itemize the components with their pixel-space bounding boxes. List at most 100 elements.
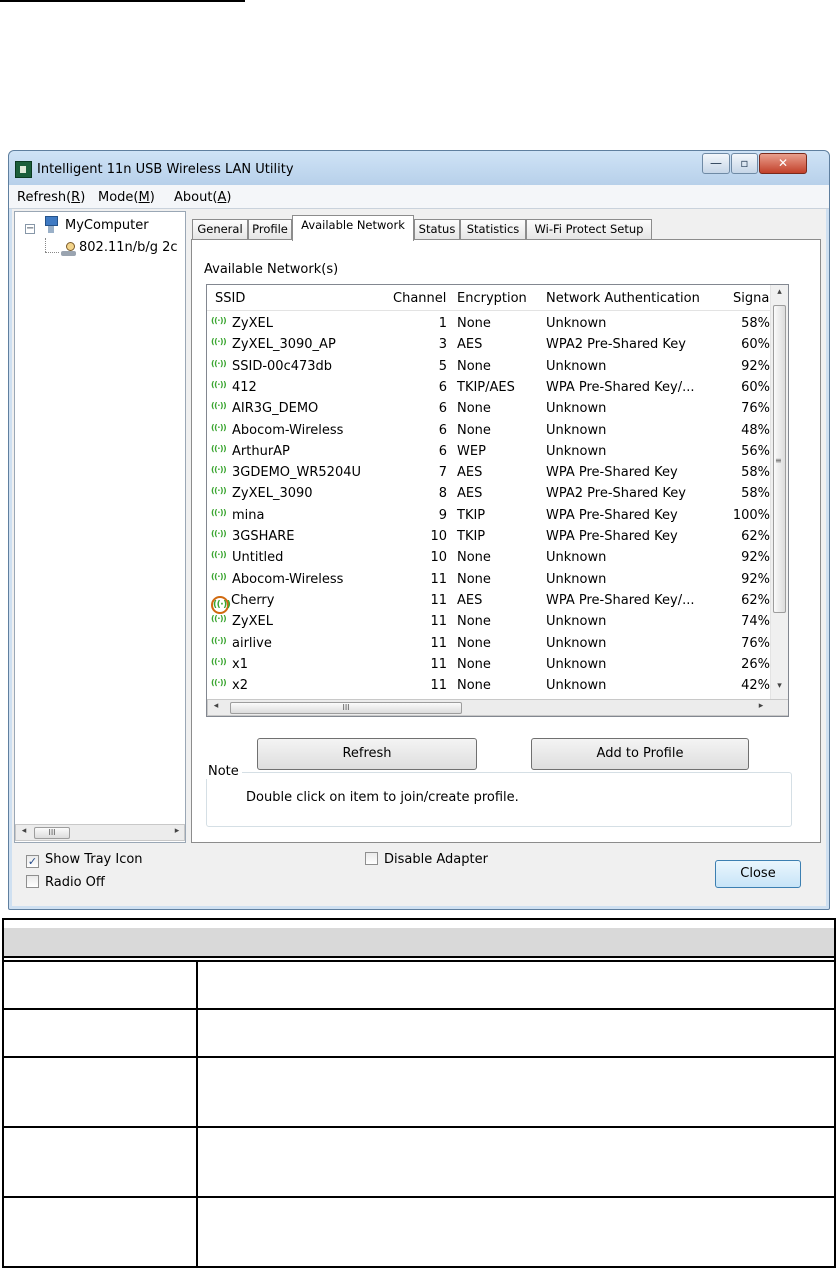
menu-mode[interactable]: Mode(M) bbox=[98, 190, 155, 205]
minimize-button[interactable]: — bbox=[702, 153, 730, 174]
ssid-text: x1 bbox=[232, 656, 248, 672]
tab-available-network[interactable]: Available Network bbox=[292, 215, 414, 241]
ssid-text: Abocom-Wireless bbox=[232, 422, 344, 438]
signal-icon: ((·)) bbox=[211, 486, 227, 496]
scroll-thumb[interactable]: III bbox=[34, 827, 70, 839]
table-row[interactable]: ((·)) mina 9 TKIP WPA Pre-Shared Key 100% bbox=[207, 506, 770, 527]
encryption-cell: None bbox=[457, 614, 491, 630]
encryption-cell: None bbox=[457, 401, 491, 417]
radio-off-checkbox[interactable] bbox=[26, 875, 39, 888]
encryption-cell: None bbox=[457, 316, 491, 331]
column-channel[interactable]: Channel bbox=[393, 291, 446, 306]
column-network-authentication[interactable]: Network Authentication bbox=[546, 291, 700, 306]
ssid-text: airlive bbox=[232, 635, 272, 651]
scroll-thumb[interactable]: III bbox=[230, 702, 462, 714]
signal-cell: 60% bbox=[741, 379, 770, 395]
table-row[interactable]: ((·)) x1 11 None Unknown 26% bbox=[207, 655, 770, 676]
tab-status[interactable]: Status bbox=[414, 219, 460, 240]
signal-cell: 76% bbox=[741, 635, 770, 651]
signal-cell: 48% bbox=[741, 422, 770, 438]
show-tray-icon-option[interactable]: ✓ Show Tray Icon bbox=[26, 852, 143, 868]
signal-cell: 62% bbox=[741, 592, 770, 608]
authentication-cell: Unknown bbox=[546, 316, 607, 331]
ssid-cell: ((·)) Untitled bbox=[211, 550, 283, 565]
window-title: Intelligent 11n USB Wireless LAN Utility bbox=[37, 162, 294, 177]
close-window-button[interactable]: ✕ bbox=[759, 153, 807, 174]
table-row[interactable]: ((·)) 3GDEMO_WR5204U 7 AES WPA Pre-Shared Ke… bbox=[207, 463, 770, 484]
authentication-cell: Unknown bbox=[546, 571, 607, 587]
table-row[interactable]: ((·)) 3GSHARE 10 TKIP WPA Pre-Shared Key 62% bbox=[207, 527, 770, 548]
authentication-cell: Unknown bbox=[546, 678, 607, 694]
channel-cell: 5 bbox=[438, 358, 447, 374]
table-row[interactable]: ((·)) ArthurAP 6 WEP Unknown 56% bbox=[207, 442, 770, 463]
menu-refresh[interactable]: Refresh(R) bbox=[17, 190, 85, 205]
authentication-cell: WPA Pre-Shared Key/... bbox=[546, 379, 695, 395]
encryption-cell: None bbox=[457, 550, 491, 566]
radio-off-option[interactable]: Radio Off bbox=[26, 875, 105, 890]
tab-statistics[interactable]: Statistics bbox=[460, 219, 526, 240]
signal-icon: ((·)) bbox=[211, 635, 227, 645]
encryption-cell: TKIP/AES bbox=[457, 379, 515, 395]
tree-collapse-toggle[interactable]: − bbox=[25, 224, 35, 234]
ssid-text: Cherry bbox=[231, 592, 275, 608]
ssid-cell: ((·)) ZyXEL bbox=[211, 316, 273, 331]
scroll-left-arrow[interactable]: ◂ bbox=[17, 826, 31, 836]
table-row[interactable]: ((·)) AIR3G_DEMO 6 None Unknown 76% bbox=[207, 399, 770, 420]
table-row[interactable]: ((·)) 412 6 TKIP/AES WPA Pre-Shared Key/... 6… bbox=[207, 378, 770, 399]
tree-connector bbox=[45, 238, 46, 252]
title-bar[interactable]: Intelligent 11n USB Wireless LAN Utility… bbox=[9, 151, 829, 185]
table-cell bbox=[196, 1056, 836, 1128]
tab-wifi-protect-setup[interactable]: Wi-Fi Protect Setup bbox=[526, 219, 652, 240]
scroll-up-arrow[interactable]: ▴ bbox=[771, 287, 788, 297]
table-row[interactable]: ((·)) ZyXEL 11 None Unknown 74% bbox=[207, 612, 770, 633]
table-row[interactable]: ((·)) airlive 11 None Unknown 76% bbox=[207, 634, 770, 655]
list-horizontal-scrollbar[interactable]: ◂ III ▸ bbox=[207, 699, 788, 716]
scroll-right-arrow[interactable]: ▸ bbox=[170, 826, 184, 836]
menu-about[interactable]: About(A) bbox=[174, 190, 232, 205]
tree-item-mycomputer[interactable]: MyComputer bbox=[65, 218, 149, 233]
list-vertical-scrollbar[interactable]: ▴ ≡ ▾ bbox=[770, 285, 788, 699]
tree-item-adapter[interactable]: 802.11n/b/g 2c bbox=[79, 240, 178, 255]
table-row[interactable]: ((·)) Abocom-Wireless 11 None Unknown 92% bbox=[207, 570, 770, 591]
close-button[interactable]: Close bbox=[715, 860, 801, 888]
column-signal[interactable]: Signa bbox=[733, 291, 769, 306]
signal-cell: 58% bbox=[741, 486, 770, 502]
table-row[interactable]: ((·)) Untitled 10 None Unknown 92% bbox=[207, 548, 770, 569]
network-list[interactable]: SSID Channel Encryption Network Authenti… bbox=[206, 284, 789, 717]
channel-cell: 6 bbox=[438, 401, 447, 417]
channel-cell: 6 bbox=[438, 379, 447, 395]
table-row[interactable]: ((·)) ZyXEL 1 None Unknown 58% bbox=[207, 314, 770, 335]
scroll-grip: ≡ bbox=[775, 456, 782, 465]
disable-adapter-option[interactable]: Disable Adapter bbox=[365, 852, 488, 867]
tree-horizontal-scrollbar[interactable]: ◂ III ▸ bbox=[15, 824, 185, 841]
scroll-down-arrow[interactable]: ▾ bbox=[771, 681, 788, 691]
channel-cell: 6 bbox=[438, 443, 447, 459]
table-row[interactable]: ((·)) ZyXEL_3090 8 AES WPA2 Pre-Shared Key 58… bbox=[207, 484, 770, 505]
scroll-right-arrow[interactable]: ▸ bbox=[754, 701, 768, 711]
signal-cell: 92% bbox=[741, 358, 770, 374]
signal-icon: ((·)) bbox=[211, 678, 227, 688]
table-row[interactable]: ((·)) ZyXEL_3090_AP 3 AES WPA2 Pre-Shared Ke… bbox=[207, 335, 770, 356]
table-row[interactable]: ((·)) SSID-00c473db 5 None Unknown 92% bbox=[207, 357, 770, 378]
wireless-adapter-icon bbox=[61, 242, 77, 258]
show-tray-icon-checkbox[interactable]: ✓ bbox=[26, 855, 39, 868]
maximize-button[interactable]: ▫ bbox=[731, 153, 758, 174]
column-encryption[interactable]: Encryption bbox=[457, 291, 527, 306]
table-row[interactable]: ((·)) Abocom-Wireless 6 None Unknown 48% bbox=[207, 421, 770, 442]
scroll-left-arrow[interactable]: ◂ bbox=[209, 701, 223, 711]
tab-profile[interactable]: Profile bbox=[248, 219, 292, 240]
encryption-cell: None bbox=[457, 571, 491, 587]
tab-general[interactable]: General bbox=[192, 219, 248, 240]
section-label: Available Network(s) bbox=[204, 262, 339, 277]
table-cell bbox=[196, 1008, 836, 1058]
refresh-button[interactable]: Refresh bbox=[257, 738, 477, 770]
ssid-cell: ((·))Cherry bbox=[211, 593, 274, 614]
column-ssid[interactable]: SSID bbox=[215, 291, 245, 306]
table-row[interactable]: ((·))Cherry 11 AES WPA Pre-Shared Key/... 62… bbox=[207, 591, 770, 614]
signal-cell: 74% bbox=[741, 614, 770, 630]
scroll-thumb[interactable]: ≡ bbox=[773, 305, 786, 613]
disable-adapter-checkbox[interactable] bbox=[365, 852, 378, 865]
add-to-profile-button[interactable]: Add to Profile bbox=[531, 738, 749, 770]
channel-cell: 7 bbox=[438, 465, 447, 481]
table-row[interactable]: ((·)) x2 11 None Unknown 42% bbox=[207, 676, 770, 697]
